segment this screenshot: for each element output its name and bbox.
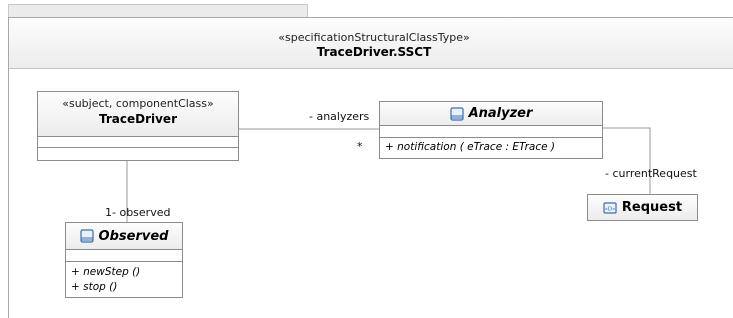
class-request[interactable]: «D» Request (587, 194, 698, 221)
observed-operations-compartment: + newStep () + stop () (66, 262, 182, 294)
class-observed[interactable]: Observed + newStep () + stop () (65, 222, 183, 298)
analyzer-operation[interactable]: + notification ( eTrace : ETrace ) (380, 138, 602, 153)
request-name: Request (621, 200, 683, 215)
current-request-role-label: - currentRequest (605, 167, 697, 180)
tracedriver-header: «subject, componentClass» TraceDriver (38, 92, 238, 137)
class-icon (449, 106, 464, 121)
observed-name: Observed (98, 228, 169, 244)
tracedriver-name: TraceDriver (98, 112, 177, 126)
request-header: «D» Request (588, 195, 697, 220)
observed-attributes-compartment (66, 250, 182, 262)
analyzer-name: Analyzer (468, 106, 533, 121)
analyzers-role-label: - analyzers (309, 110, 370, 123)
analyzer-attributes-compartment (380, 126, 602, 138)
svg-text:«D»: «D» (605, 206, 616, 212)
analyzer-header: Analyzer (380, 102, 602, 126)
tracedriver-attributes-compartment (38, 137, 238, 148)
observed-header: Observed (66, 223, 182, 250)
datatype-icon: «D» (603, 201, 617, 214)
class-icon (79, 229, 94, 243)
observed-operation[interactable]: + newStep () (66, 262, 182, 279)
observed-role-label: 1- observed (105, 206, 171, 219)
observed-operation[interactable]: + stop () (66, 279, 182, 294)
class-analyzer[interactable]: Analyzer + notification ( eTrace : ETrac… (379, 101, 603, 159)
class-tracedriver[interactable]: «subject, componentClass» TraceDriver (37, 91, 239, 161)
tracedriver-stereotype: «subject, componentClass» (62, 97, 214, 110)
edge-analyzer-request (603, 127, 651, 194)
analyzers-multiplicity-label: * (357, 140, 363, 153)
analyzer-operations-compartment: + notification ( eTrace : ETrace ) (380, 138, 602, 153)
